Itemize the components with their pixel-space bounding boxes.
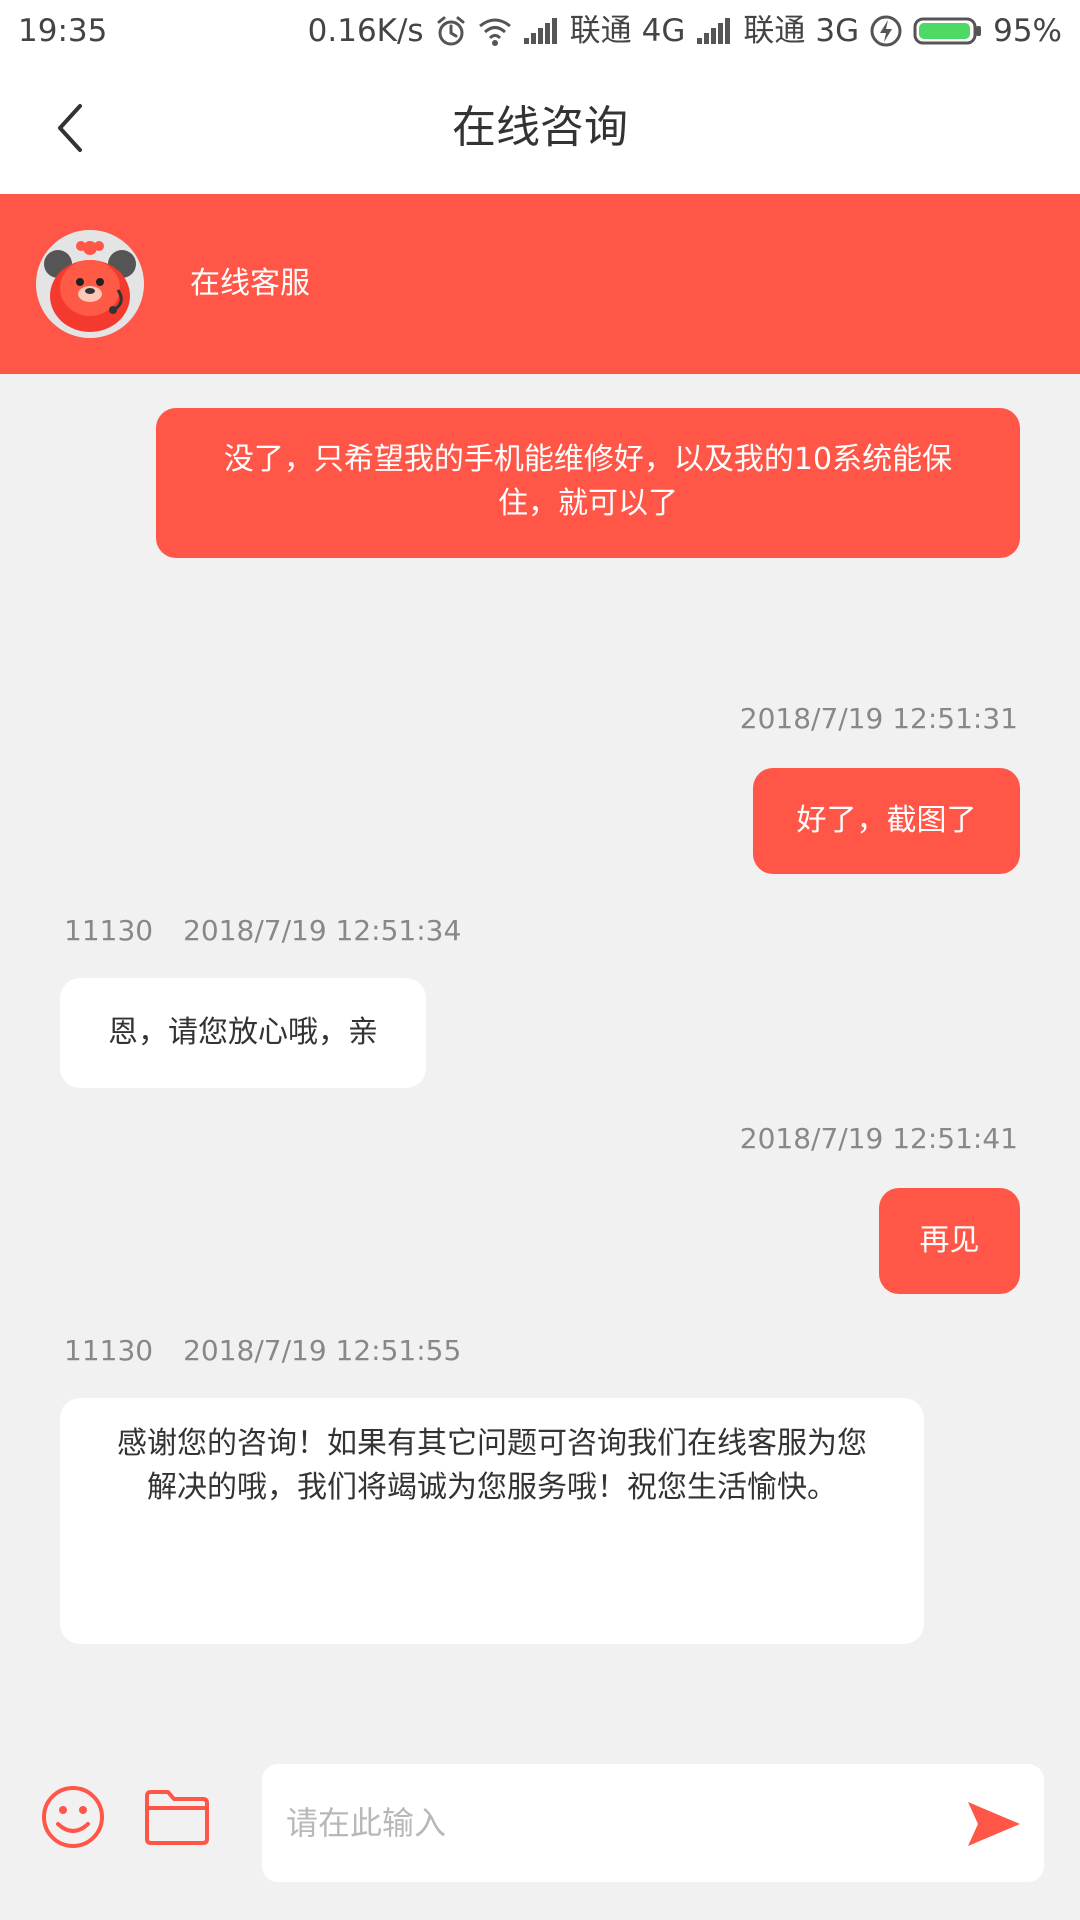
battery-icon	[913, 17, 982, 45]
message-timestamp: 2018/7/19 12:51:34	[183, 914, 462, 947]
send-icon	[968, 1802, 1020, 1846]
message-meta: 11130 2018/7/19 12:51:34	[64, 914, 461, 947]
carrier-2: 联通	[743, 13, 806, 49]
signal-icon	[697, 18, 731, 44]
charging-icon	[870, 15, 902, 47]
send-button[interactable]	[966, 1798, 1022, 1850]
message-meta: 11130 2018/7/19 12:51:55	[64, 1334, 461, 1367]
carrier-1: 联通	[569, 13, 632, 49]
network-type-1: 4G	[641, 13, 686, 49]
sender-id: 11130	[64, 1334, 154, 1367]
alarm-icon	[437, 16, 465, 46]
battery-indicator	[913, 16, 983, 46]
outgoing-message-bubble[interactable]: 好了，截图了	[753, 768, 1020, 874]
incoming-message-bubble[interactable]: 感谢您的咨询！如果有其它问题可咨询我们在线客服为您解决的哦，我们将竭诚为您服务哦…	[60, 1398, 924, 1644]
status-bar: 19:35 0.16K/s 联通 4G 联通 3G 95%	[0, 0, 1080, 62]
chevron-left-icon	[58, 104, 82, 152]
message-timestamp: 2018/7/19 12:51:55	[183, 1334, 462, 1367]
agent-name: 在线客服	[190, 266, 310, 301]
back-button[interactable]	[40, 98, 100, 158]
message-text: 感谢您的咨询！如果有其它问题可咨询我们在线客服为您解决的哦，我们将竭诚为您服务哦…	[117, 1426, 867, 1505]
network-type-2: 3G	[815, 13, 860, 49]
message-timestamp: 2018/7/19 12:51:31	[739, 702, 1018, 735]
wifi-icon	[478, 18, 511, 46]
agent-banner: 在线客服	[0, 194, 1080, 374]
bear-mascot-avatar	[36, 230, 144, 338]
outgoing-message-bubble[interactable]: 再见	[879, 1188, 1020, 1294]
folder-button[interactable]	[144, 1788, 210, 1846]
status-icons: 0.16K/s 联通 4G 联通 3G 95%	[308, 0, 1062, 62]
message-input[interactable]	[262, 1764, 1044, 1882]
emoji-button[interactable]	[40, 1784, 106, 1850]
message-text: 好了，截图了	[796, 803, 977, 838]
page-title: 在线咨询	[452, 102, 628, 153]
incoming-message-bubble[interactable]: 恩，请您放心哦，亲	[60, 978, 426, 1088]
folder-icon	[145, 1790, 209, 1845]
outgoing-message-bubble[interactable]: 没了，只希望我的手机能维修好，以及我的10系统能保住，就可以了	[156, 408, 1020, 558]
emoji-icon	[42, 1786, 104, 1848]
message-list[interactable]: 没了，只希望我的手机能维修好，以及我的10系统能保住，就可以了 2018/7/1…	[0, 374, 1080, 1740]
message-text: 再见	[919, 1223, 980, 1258]
nav-bar: 在线咨询	[0, 62, 1080, 194]
signal-icon	[523, 18, 557, 44]
network-speed: 0.16K/s	[307, 13, 424, 49]
battery-percent: 95%	[993, 13, 1062, 49]
avatar	[36, 230, 144, 338]
message-timestamp: 2018/7/19 12:51:41	[739, 1122, 1018, 1155]
message-text: 恩，请您放心哦，亲	[108, 1015, 378, 1050]
status-time: 19:35	[18, 13, 108, 49]
sender-id: 11130	[64, 914, 154, 947]
message-text: 没了，只希望我的手机能维修好，以及我的10系统能保住，就可以了	[223, 442, 953, 521]
input-bar	[0, 1740, 1080, 1920]
